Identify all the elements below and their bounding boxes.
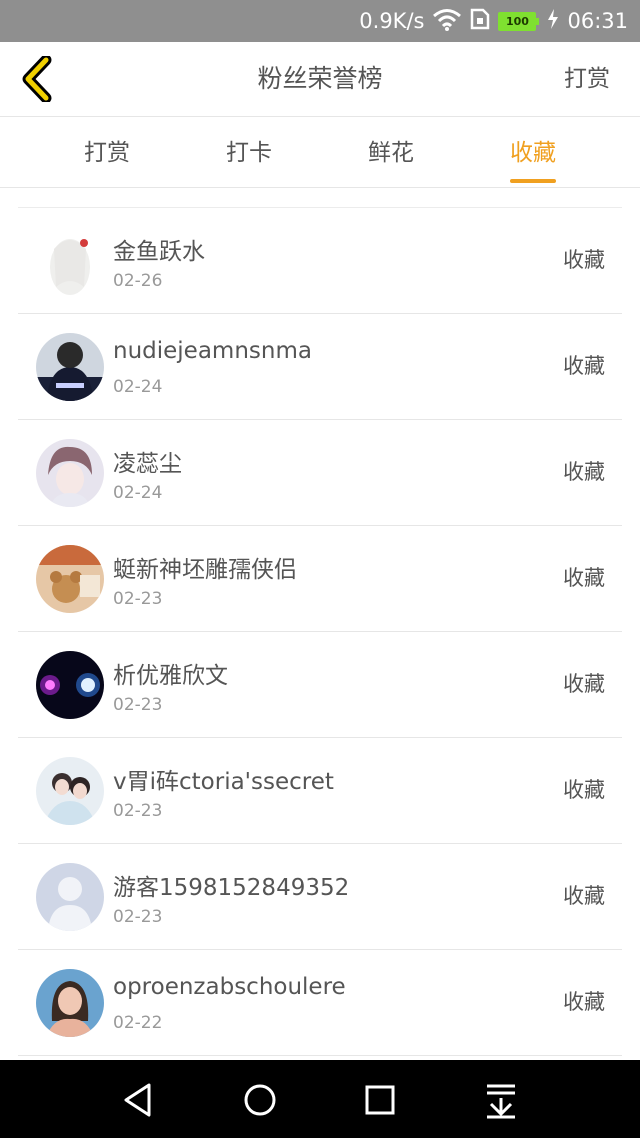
charging-icon [547, 8, 559, 35]
tab-favorites[interactable]: 收藏 [510, 117, 556, 187]
list-item[interactable]: 析优雅欣文 02-23 收藏 [18, 632, 622, 738]
battery-level: 100 [498, 11, 537, 31]
wifi-icon [432, 7, 462, 36]
active-tab-indicator [510, 179, 556, 183]
avatar [36, 969, 104, 1037]
fan-date: 02-26 [113, 271, 163, 291]
avatar [36, 333, 104, 401]
fan-action: 收藏 [563, 884, 605, 908]
avatar [36, 545, 104, 613]
avatar [36, 227, 104, 295]
avatar [36, 439, 104, 507]
system-nav-bar [0, 1060, 640, 1138]
back-button[interactable] [12, 54, 62, 104]
list-item[interactable]: 金鱼跃水 02-26 收藏 [18, 208, 622, 314]
tab-tip[interactable]: 打赏 [84, 117, 130, 187]
sim-card-icon [470, 8, 490, 35]
tip-button[interactable]: 打赏 [564, 42, 610, 116]
list-item[interactable]: v胃i砗ctoria'ssecret 02-23 收藏 [18, 738, 622, 844]
nav-recents-button[interactable] [358, 1078, 402, 1122]
app-header: 粉丝荣誉榜 打赏 [0, 42, 640, 117]
fan-date: 02-24 [113, 377, 163, 397]
list-item[interactable]: 蜓新神坯雕孺侠侣 02-23 收藏 [18, 526, 622, 632]
tab-flowers[interactable]: 鲜花 [368, 117, 414, 187]
fan-date: 02-23 [113, 695, 163, 715]
list-item[interactable]: 游客1598152849352 02-23 收藏 [18, 844, 622, 950]
clock: 06:31 [567, 9, 628, 33]
fan-name: 凌蕊尘 [113, 451, 182, 477]
fan-date: 02-23 [113, 907, 163, 927]
fan-name: 析优雅欣文 [113, 663, 228, 689]
avatar [36, 863, 104, 931]
fan-name: oproenzabschoulere [113, 974, 346, 1000]
network-speed: 0.9K/s [359, 9, 425, 33]
tab-checkin[interactable]: 打卡 [226, 117, 272, 187]
tab-favorites-label: 收藏 [510, 140, 556, 166]
fan-action: 收藏 [563, 248, 605, 272]
list-item[interactable]: oproenzabschoulere 02-22 收藏 [18, 950, 622, 1056]
fan-list: 金鱼跃水 02-26 收藏 nudiejeamnsnma 02-24 收藏 凌蕊… [18, 207, 622, 1056]
fan-action: 收藏 [563, 460, 605, 484]
circle-home-icon [244, 1084, 276, 1116]
fan-action: 收藏 [563, 566, 605, 590]
page-title: 粉丝荣誉榜 [257, 64, 383, 93]
fan-action: 收藏 [563, 354, 605, 378]
status-bar-right: 0.9K/s 100 06:31 [359, 0, 628, 42]
fan-date: 02-24 [113, 483, 163, 503]
fan-name: nudiejeamnsnma [113, 338, 312, 364]
chevron-left-icon [22, 56, 52, 102]
nav-notification-button[interactable] [479, 1078, 523, 1122]
list-item[interactable]: 凌蕊尘 02-24 收藏 [18, 420, 622, 526]
list-item[interactable]: nudiejeamnsnma 02-24 收藏 [18, 314, 622, 420]
nav-home-button[interactable] [238, 1078, 282, 1122]
fan-date: 02-23 [113, 589, 163, 609]
square-recents-icon [365, 1085, 395, 1115]
fan-action: 收藏 [563, 778, 605, 802]
fan-action: 收藏 [563, 672, 605, 696]
fan-action: 收藏 [563, 990, 605, 1014]
avatar [36, 651, 104, 719]
nav-back-button[interactable] [117, 1078, 161, 1122]
tab-bar: 打赏 打卡 鲜花 收藏 [0, 117, 640, 188]
fan-name: v胃i砗ctoria'ssecret [113, 769, 334, 795]
pull-down-icon [487, 1084, 515, 1119]
fan-date: 02-22 [113, 1013, 163, 1033]
status-bar: 0.9K/s 100 06:31 [0, 0, 640, 42]
battery-icon: 100 [498, 11, 540, 31]
fan-date: 02-23 [113, 801, 163, 821]
triangle-back-icon [124, 1083, 151, 1117]
fan-name: 蜓新神坯雕孺侠侣 [113, 557, 297, 583]
fan-name: 游客1598152849352 [113, 875, 350, 901]
fan-name: 金鱼跃水 [113, 239, 205, 265]
avatar [36, 757, 104, 825]
